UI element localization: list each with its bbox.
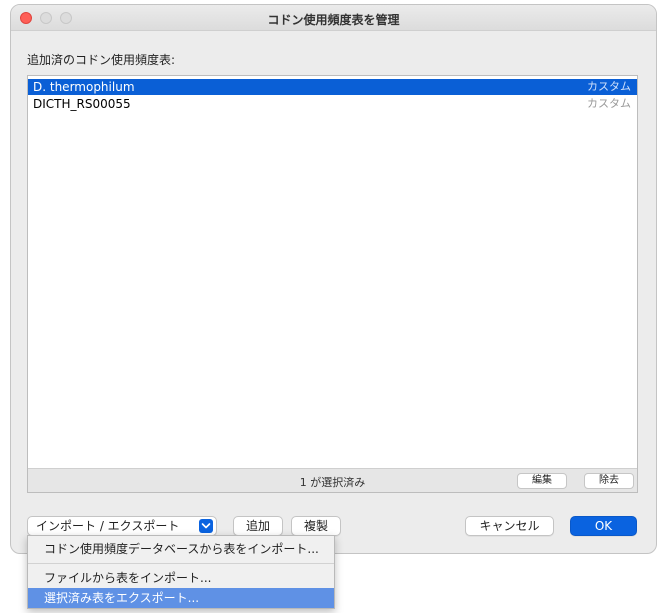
import-export-menu: コドン使用頻度データベースから表をインポート... ファイルから表をインポート.…	[27, 535, 335, 609]
add-button[interactable]: 追加	[233, 516, 283, 536]
table-row[interactable]: DICTH_RS00055 カスタム	[28, 96, 637, 112]
list-footer: 1 が選択済み 編集 除去	[28, 468, 637, 492]
import-export-popup-button[interactable]: インポート / エクスポート	[27, 516, 217, 536]
table-list-label: 追加済のコドン使用頻度表:	[27, 53, 176, 67]
chevron-down-icon	[199, 519, 213, 533]
manage-codon-usage-window: コドン使用頻度表を管理 追加済のコドン使用頻度表: D. thermophilu…	[10, 4, 657, 554]
table-row[interactable]: D. thermophilum カスタム	[28, 79, 637, 95]
remove-button[interactable]: 除去	[584, 473, 634, 489]
window-title: コドン使用頻度表を管理	[267, 13, 400, 27]
edit-button[interactable]: 編集	[517, 473, 567, 489]
cancel-button[interactable]: キャンセル	[465, 516, 554, 536]
menu-item-import-from-file[interactable]: ファイルから表をインポート...	[28, 568, 334, 588]
ok-button[interactable]: OK	[570, 516, 637, 536]
table-row-name: DICTH_RS00055	[33, 97, 131, 111]
duplicate-button[interactable]: 複製	[291, 516, 341, 536]
menu-item-import-from-database[interactable]: コドン使用頻度データベースから表をインポート...	[28, 539, 334, 559]
title-bar: コドン使用頻度表を管理	[11, 5, 656, 31]
import-export-label: インポート / エクスポート	[36, 519, 180, 533]
codon-table-list[interactable]: D. thermophilum カスタム DICTH_RS00055 カスタム …	[27, 75, 638, 493]
table-row-kind: カスタム	[587, 80, 631, 93]
table-row-name: D. thermophilum	[33, 80, 135, 94]
menu-item-export-selected[interactable]: 選択済み表をエクスポート...	[28, 588, 334, 608]
menu-separator	[28, 563, 334, 564]
table-row-kind: カスタム	[587, 97, 631, 110]
